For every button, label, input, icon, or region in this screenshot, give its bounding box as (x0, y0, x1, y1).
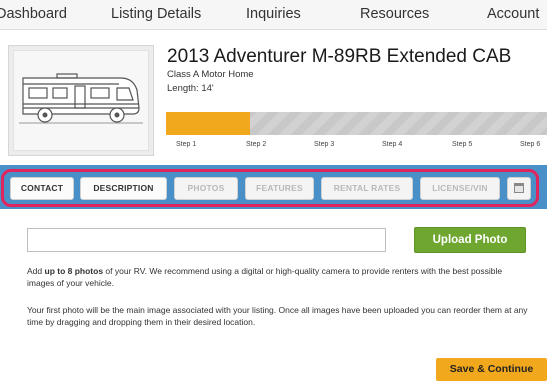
step-label: Step 6 (520, 141, 541, 148)
upload-instructions: Add up to 8 photos of your RV. We recomm… (27, 266, 531, 289)
nav-listing-details[interactable]: Listing Details (111, 6, 201, 22)
listing-header: 2013 Adventurer M-89RB Extended CAB Clas… (0, 31, 547, 166)
nav-dashboard[interactable]: Dashboard (0, 6, 67, 22)
step-label: Step 1 (176, 141, 197, 148)
step-label: Step 3 (314, 141, 335, 148)
listing-length: Length: 14' (167, 83, 214, 94)
step-label: Step 2 (246, 141, 267, 148)
listing-type: Class A Motor Home (167, 69, 254, 80)
nav-account[interactable]: Account (487, 6, 539, 22)
step-labels: Step 1 Step 2 Step 3 Step 4 Step 5 Step … (166, 141, 547, 153)
instructions-highlight: up to 8 photos (44, 266, 104, 276)
reorder-note: Your first photo will be the main image … (27, 305, 528, 327)
tab-features[interactable]: FEATURES (245, 177, 314, 200)
instructions-prefix: Add (27, 266, 45, 276)
progress-fill (166, 112, 250, 135)
calendar-icon (514, 183, 524, 193)
top-navigation: Dashboard Listing Details Inquiries Reso… (0, 0, 547, 30)
motorhome-illustration (19, 73, 143, 124)
nav-resources[interactable]: Resources (360, 6, 429, 22)
photo-file-input[interactable] (27, 228, 386, 252)
tab-rental-rates[interactable]: RENTAL RATES (321, 177, 413, 200)
tab-calendar[interactable] (507, 177, 531, 200)
step-label: Step 5 (452, 141, 473, 148)
tab-description[interactable]: DESCRIPTION (80, 177, 167, 200)
nav-inquiries[interactable]: Inquiries (246, 6, 301, 22)
listing-title: 2013 Adventurer M-89RB Extended CAB (167, 46, 512, 67)
save-continue-button[interactable]: Save & Continue (436, 358, 547, 381)
tab-contact[interactable]: CONTACT (10, 177, 74, 200)
progress-bar (166, 112, 547, 135)
tab-photos[interactable]: PHOTOS (174, 177, 238, 200)
vehicle-thumbnail (8, 45, 154, 156)
tab-license-vin[interactable]: LICENSE/VIN (420, 177, 500, 200)
upload-photo-button[interactable]: Upload Photo (414, 227, 526, 253)
step-label: Step 4 (382, 141, 403, 148)
